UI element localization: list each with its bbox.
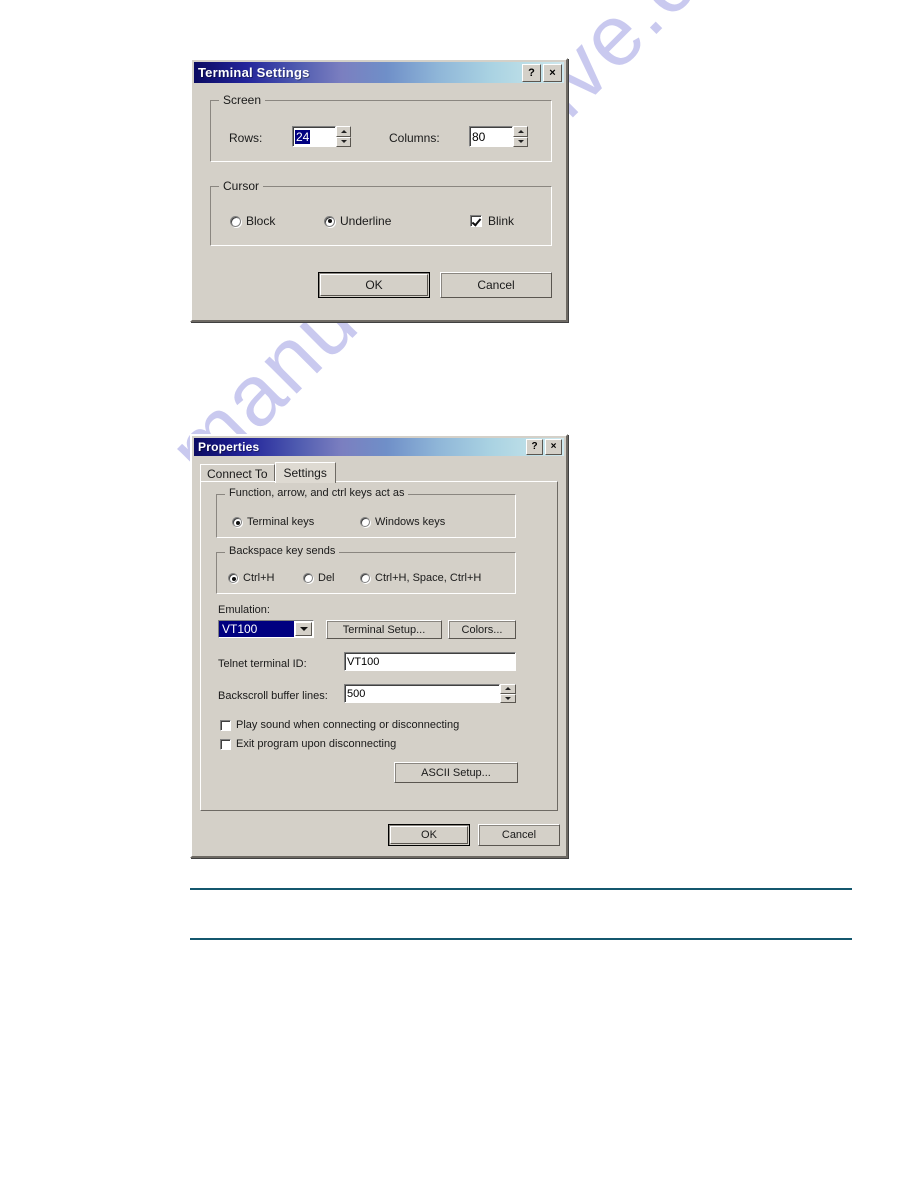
properties-titlebar-buttons: ? × (526, 439, 562, 455)
cursor-option-underline[interactable]: Underline (324, 214, 391, 228)
help-icon[interactable]: ? (526, 439, 543, 455)
exit-program-checkbox-label: Exit program upon disconnecting (236, 738, 397, 750)
tab-settings[interactable]: Settings (274, 462, 336, 483)
terminal-settings-titlebar-buttons: ? × (522, 64, 562, 82)
terminal-settings-titlebar: Terminal Settings ? × (194, 62, 564, 83)
radio-icon (360, 573, 370, 583)
telnet-terminal-id-label: Telnet terminal ID: (218, 658, 307, 670)
terminal-settings-dialog: Terminal Settings ? × Screen Rows: 24 Co… (190, 58, 568, 322)
properties-titlebar: Properties ? × (194, 438, 564, 456)
emulation-label: Emulation: (218, 604, 270, 616)
cursor-option-underline-label: Underline (340, 214, 392, 228)
function-keys-option-windows[interactable]: Windows keys (360, 516, 445, 528)
cursor-groupbox-legend: Cursor (219, 179, 264, 193)
exit-program-checkbox[interactable]: Exit program upon disconnecting (220, 738, 396, 750)
page-rule-top (190, 888, 852, 890)
telnet-terminal-id-input[interactable]: VT100 (344, 652, 516, 671)
radio-icon (230, 215, 241, 227)
columns-stepper[interactable] (513, 126, 528, 147)
rows-input[interactable]: 24 (292, 126, 336, 147)
help-icon[interactable]: ? (522, 64, 541, 82)
cursor-blink-checkbox[interactable]: Blink (470, 214, 514, 228)
backscroll-buffer-lines-input[interactable]: 500 (344, 684, 500, 703)
cancel-button[interactable]: Cancel (440, 272, 552, 298)
rows-label: Rows: (229, 131, 263, 145)
properties-tabstrip: Connect To Settings (200, 462, 337, 483)
columns-label: Columns: (389, 131, 440, 145)
page-rule-bottom (190, 938, 852, 940)
emulation-select[interactable]: VT100 (218, 620, 314, 638)
cancel-button[interactable]: Cancel (478, 824, 560, 846)
backscroll-buffer-lines-value: 500 (347, 687, 366, 700)
ok-button[interactable]: OK (318, 272, 430, 298)
cursor-blink-label: Blink (488, 214, 515, 228)
radio-selected-icon (324, 215, 335, 227)
function-keys-option-terminal-label: Terminal keys (247, 516, 315, 528)
terminal-setup-button[interactable]: Terminal Setup... (326, 620, 442, 639)
rows-stepper-down[interactable] (336, 136, 351, 147)
checkbox-checked-icon (470, 215, 482, 227)
close-icon[interactable]: × (543, 64, 562, 82)
rows-value: 24 (295, 129, 311, 144)
function-keys-option-terminal[interactable]: Terminal keys (232, 516, 314, 528)
checkbox-icon (220, 719, 231, 731)
chevron-down-icon[interactable] (295, 622, 312, 636)
backspace-option-ctrl-h-space-ctrl-h[interactable]: Ctrl+H, Space, Ctrl+H (360, 572, 481, 584)
play-sound-checkbox[interactable]: Play sound when connecting or disconnect… (220, 719, 459, 731)
tab-connect-to-label: Connect To (207, 467, 268, 481)
backspace-option-ctrl-h[interactable]: Ctrl+H (228, 572, 274, 584)
radio-icon (360, 517, 370, 527)
properties-dialog: Properties ? × Connect To Settings Funct… (190, 434, 568, 858)
ok-button-label: OK (365, 278, 383, 292)
columns-input[interactable]: 80 (469, 126, 513, 147)
ascii-setup-button[interactable]: ASCII Setup... (394, 762, 518, 783)
backspace-option-ctrl-h-space-ctrl-h-label: Ctrl+H, Space, Ctrl+H (375, 572, 482, 584)
ok-button[interactable]: OK (388, 824, 470, 846)
ok-button-label: OK (421, 829, 437, 841)
terminal-settings-title: Terminal Settings (198, 65, 310, 80)
play-sound-checkbox-label: Play sound when connecting or disconnect… (236, 719, 460, 731)
cursor-option-block-label: Block (246, 214, 276, 228)
tab-settings-label: Settings (283, 466, 327, 480)
checkbox-icon (220, 738, 231, 750)
radio-selected-icon (228, 573, 238, 583)
columns-stepper-down[interactable] (513, 136, 528, 147)
backspace-option-del[interactable]: Del (303, 572, 335, 584)
telnet-terminal-id-value: VT100 (347, 655, 380, 668)
columns-value: 80 (472, 129, 486, 144)
backscroll-stepper-up[interactable] (500, 684, 516, 694)
cursor-option-block[interactable]: Block (230, 214, 275, 228)
backspace-option-del-label: Del (318, 572, 335, 584)
terminal-setup-button-label: Terminal Setup... (342, 623, 426, 636)
rows-stepper[interactable] (336, 126, 351, 147)
colors-button-label: Colors... (461, 623, 503, 636)
colors-button[interactable]: Colors... (448, 620, 516, 639)
function-keys-groupbox-legend: Function, arrow, and ctrl keys act as (225, 487, 409, 499)
ascii-setup-button-label: ASCII Setup... (421, 766, 491, 779)
cancel-button-label: Cancel (477, 278, 515, 292)
backspace-groupbox-legend: Backspace key sends (225, 545, 340, 557)
radio-icon (303, 573, 313, 583)
backscroll-stepper-down[interactable] (500, 693, 516, 703)
columns-stepper-up[interactable] (513, 126, 528, 137)
backspace-option-ctrl-h-label: Ctrl+H (243, 572, 275, 584)
radio-selected-icon (232, 517, 242, 527)
emulation-selected-value: VT100 (219, 621, 294, 637)
function-keys-option-windows-label: Windows keys (375, 516, 446, 528)
cancel-button-label: Cancel (501, 829, 537, 841)
properties-title: Properties (198, 440, 260, 454)
backscroll-buffer-lines-label: Backscroll buffer lines: (218, 690, 328, 702)
backscroll-buffer-lines-stepper[interactable] (500, 684, 516, 703)
rows-stepper-up[interactable] (336, 126, 351, 137)
close-icon[interactable]: × (545, 439, 562, 455)
screen-groupbox-legend: Screen (219, 93, 266, 107)
